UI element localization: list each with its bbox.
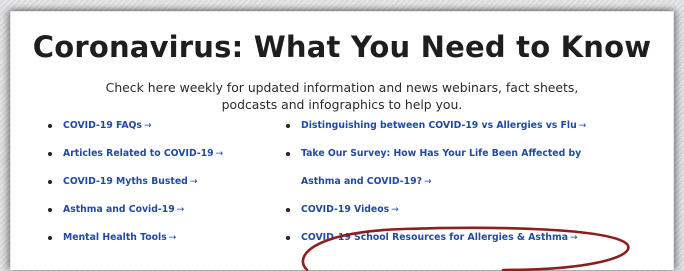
covid-videos-link[interactable]: COVID-19 Videos → (286, 196, 586, 224)
right-arrow-icon: → (569, 233, 578, 243)
covid-faqs-link[interactable]: COVID-19 FAQs → (48, 112, 223, 140)
link-label: COVID-19 School Resources for Allergies … (301, 232, 568, 243)
right-arrow-icon: → (176, 205, 185, 215)
link-list-left: COVID-19 FAQs → Articles Related to COVID… (48, 112, 223, 252)
bullet-icon (48, 124, 52, 128)
right-arrow-icon: → (215, 149, 224, 159)
bullet-icon (286, 236, 290, 240)
link-list-right: Distinguishing between COVID-19 vs Aller… (286, 112, 586, 252)
intro-line-2: podcasts and infographics to help you. (221, 97, 463, 112)
link-label: Take Our Survey: How Has Your Life Been … (301, 148, 582, 159)
link-label: Articles Related to COVID-19 (63, 148, 214, 159)
bullet-icon (286, 124, 290, 128)
bullet-icon (286, 208, 290, 212)
right-arrow-icon: → (391, 205, 399, 215)
link-label: Mental Health Tools (63, 232, 167, 243)
bullet-icon (48, 152, 52, 156)
bullet-icon (48, 236, 52, 240)
myths-busted-link[interactable]: COVID-19 Myths Busted → (48, 168, 223, 196)
bullet-icon (48, 180, 52, 184)
link-label: Asthma and Covid-19 (63, 204, 175, 215)
articles-related-link[interactable]: Articles Related to COVID-19 → (48, 140, 223, 168)
mental-health-tools-link[interactable]: Mental Health Tools → (48, 224, 223, 252)
link-label: COVID-19 Myths Busted (63, 176, 188, 187)
intro-text: Check here weekly for updated informatio… (11, 79, 673, 113)
asthma-covid-link[interactable]: Asthma and Covid-19 → (48, 196, 223, 224)
link-label: COVID-19 FAQs (63, 120, 142, 131)
school-resources-link[interactable]: COVID-19 School Resources for Allergies … (286, 224, 586, 252)
page-title: Coronavirus: What You Need to Know (32, 30, 652, 64)
link-label: Distinguishing between COVID-19 vs Aller… (301, 120, 577, 131)
right-arrow-icon: → (423, 177, 432, 187)
link-label: Asthma and COVID-19? (301, 176, 422, 187)
intro-line-1: Check here weekly for updated informatio… (105, 80, 579, 95)
right-arrow-icon: → (143, 121, 152, 131)
right-arrow-icon: → (578, 121, 587, 131)
bullet-icon (48, 208, 52, 212)
right-arrow-icon: → (189, 177, 198, 187)
link-label: COVID-19 Videos (301, 204, 390, 215)
take-survey-link-continued[interactable]: Asthma and COVID-19? → (286, 168, 586, 196)
distinguishing-covid-allergies-flu-link[interactable]: Distinguishing between COVID-19 vs Aller… (286, 112, 586, 140)
take-survey-link[interactable]: Take Our Survey: How Has Your Life Been … (286, 140, 586, 168)
right-arrow-icon: → (168, 233, 177, 243)
bullet-icon (286, 152, 290, 156)
